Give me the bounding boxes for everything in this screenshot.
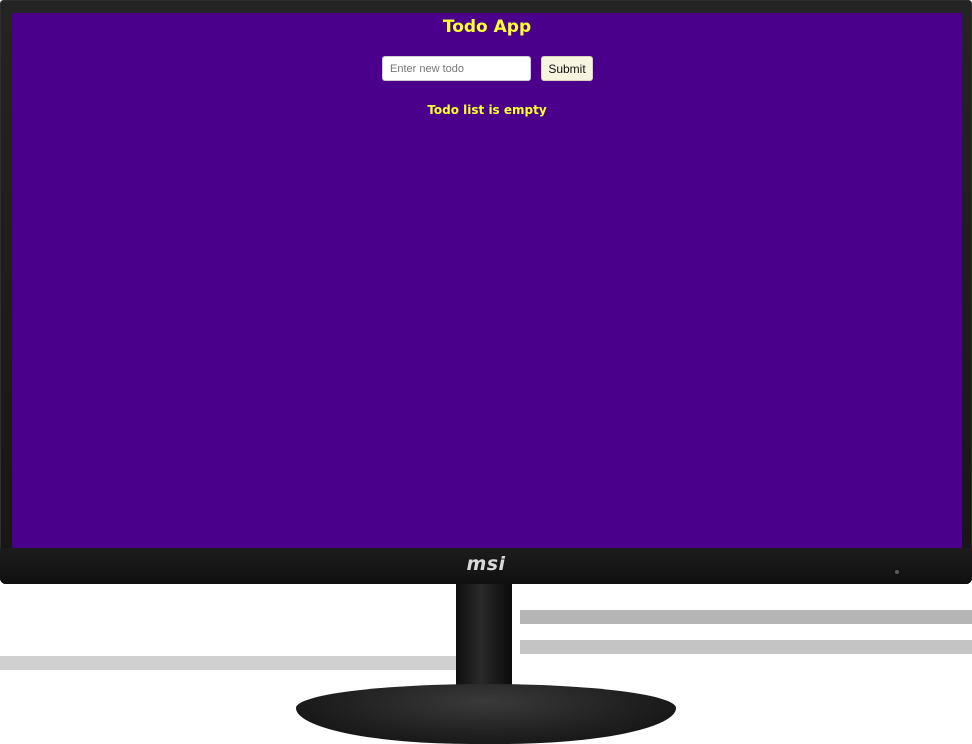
power-led-icon — [895, 570, 899, 574]
monitor-frame: Todo App Submit Todo list is empty msi — [0, 0, 972, 584]
app-screen: Todo App Submit Todo list is empty — [12, 13, 962, 548]
empty-list-message: Todo list is empty — [427, 103, 547, 117]
app-title: Todo App — [442, 17, 532, 37]
submit-button[interactable]: Submit — [541, 56, 593, 81]
monitor-stand-base — [296, 684, 676, 744]
monitor-photo: Todo App Submit Todo list is empty msi — [0, 0, 972, 744]
new-todo-input[interactable] — [382, 56, 531, 81]
background-shadow — [520, 610, 972, 624]
background-shadow — [0, 656, 456, 670]
todo-form: Submit — [382, 56, 602, 82]
monitor-stand-neck — [456, 584, 512, 690]
background-shadow — [520, 640, 972, 654]
brand-logo: msi — [466, 553, 506, 575]
